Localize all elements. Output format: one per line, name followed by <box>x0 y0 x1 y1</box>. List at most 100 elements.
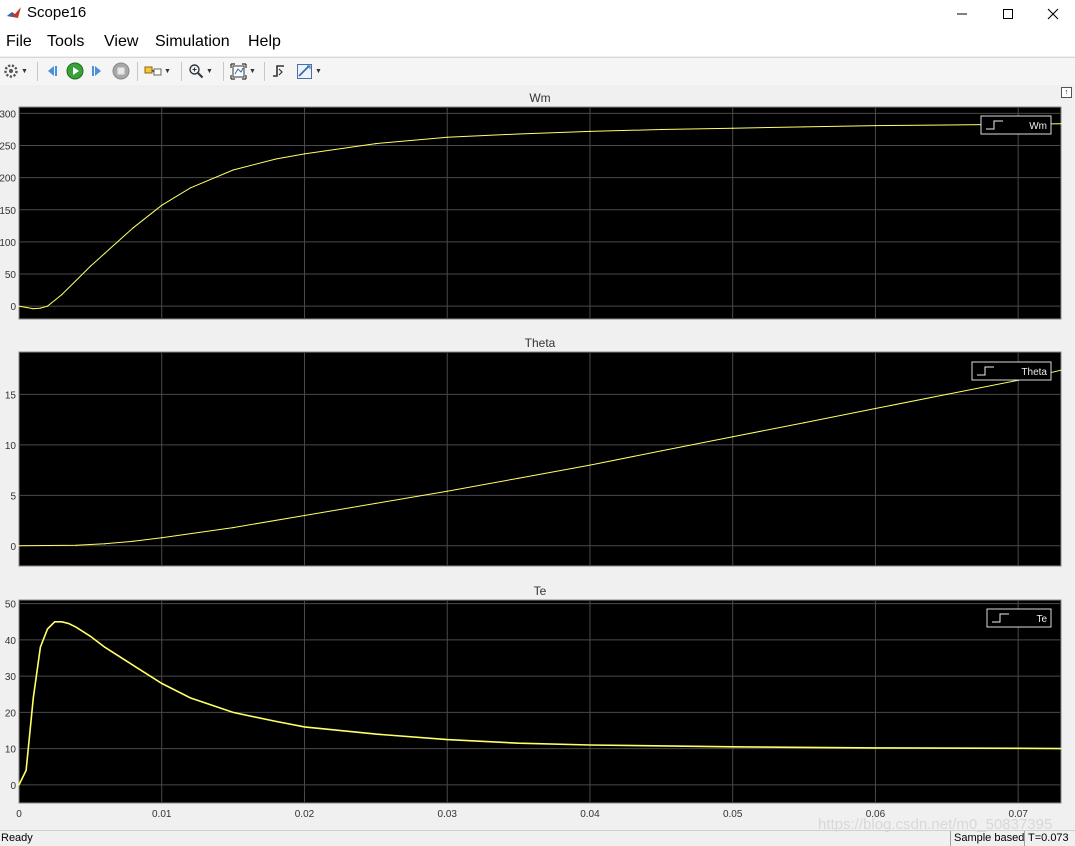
y-tick-label: 150 <box>0 206 16 217</box>
y-tick-label: 15 <box>5 390 17 401</box>
data-point <box>39 307 42 309</box>
y-tick-label: 250 <box>0 142 16 153</box>
y-tick-label: 20 <box>5 708 17 719</box>
axes-title: Te <box>534 584 547 598</box>
data-point <box>375 143 377 145</box>
legend: Te <box>986 608 1052 628</box>
data-point <box>303 153 306 155</box>
watermark: https://blog.csdn.net/m0_50837395 <box>818 816 1053 833</box>
y-tick-label: 200 <box>0 174 16 185</box>
data-point <box>104 646 106 648</box>
data-point <box>1060 369 1062 371</box>
data-point <box>517 133 520 135</box>
data-point <box>589 130 591 133</box>
data-point <box>232 527 234 529</box>
x-tick-label: 0.05 <box>723 809 743 820</box>
legend: Theta <box>971 361 1052 381</box>
y-tick-label: 0 <box>10 542 16 553</box>
data-point <box>161 537 163 539</box>
axes-title: Theta <box>525 336 556 350</box>
data-point <box>517 742 520 744</box>
data-point <box>589 464 591 466</box>
plot-area <box>18 106 1062 320</box>
data-point <box>18 784 20 786</box>
data-point <box>25 306 27 309</box>
data-point <box>946 124 948 126</box>
data-point <box>132 664 134 666</box>
data-point <box>303 514 306 517</box>
data-point <box>25 769 27 771</box>
legend-label: Wm <box>1029 121 1047 132</box>
axes-title: Wm <box>529 91 550 105</box>
data-point <box>89 635 91 637</box>
data-point <box>803 422 805 424</box>
data-point <box>104 252 106 255</box>
data-point <box>189 187 191 189</box>
data-point <box>161 682 163 684</box>
y-tick-label: 50 <box>5 600 17 611</box>
status-text: Ready <box>1 832 33 844</box>
data-point <box>18 545 20 547</box>
x-tick-label: 0.04 <box>580 809 600 820</box>
data-point <box>104 543 106 545</box>
data-point <box>75 279 77 282</box>
scope-plots: Wm050100150200250300WmTheta051015ThetaTe… <box>0 91 1062 820</box>
data-point <box>39 646 42 648</box>
y-tick-label: 10 <box>5 745 17 756</box>
data-point <box>1017 747 1019 749</box>
x-tick-label: 0 <box>16 809 22 820</box>
legend: Wm <box>980 115 1052 135</box>
data-point <box>61 293 63 296</box>
data-point <box>874 747 877 749</box>
data-point <box>1060 123 1062 125</box>
data-point <box>660 128 662 131</box>
y-tick-label: 0 <box>10 302 16 313</box>
simulation-time: T=0.073 <box>1024 831 1075 846</box>
data-point <box>89 265 91 267</box>
data-point <box>275 720 277 723</box>
data-point <box>375 733 377 735</box>
data-point <box>946 393 948 395</box>
data-point <box>132 227 134 229</box>
data-point <box>32 697 34 699</box>
data-point <box>132 540 134 542</box>
data-point <box>32 308 34 310</box>
x-tick-label: 0.01 <box>152 809 172 820</box>
y-tick-label: 300 <box>0 109 16 120</box>
axes-te: Te010203040500 0.01 0.02 0.03 0.04 0.05 0.06 0.… <box>5 584 1062 820</box>
data-point <box>189 697 191 699</box>
data-point <box>275 158 277 160</box>
y-tick-label: 40 <box>5 636 17 647</box>
data-point <box>517 477 520 479</box>
data-point <box>232 169 234 171</box>
y-tick-label: 30 <box>5 672 17 683</box>
legend-label: Theta <box>1021 367 1047 378</box>
data-point <box>803 126 805 128</box>
data-point <box>46 628 49 630</box>
data-point <box>660 450 662 452</box>
data-point <box>874 407 877 410</box>
y-tick-label: 50 <box>5 270 17 281</box>
data-point <box>61 621 63 623</box>
axes-wm: Wm 0 50 100 150 200 250 300 Wm <box>0 91 1062 320</box>
x-tick-label: 0.02 <box>295 809 315 820</box>
data-point <box>303 726 306 728</box>
data-point <box>732 127 734 129</box>
x-tick-label: 0.03 <box>437 809 457 820</box>
data-point <box>732 436 734 438</box>
axes-theta: Theta 0 5 10 15 Theta <box>5 336 1062 567</box>
data-point <box>732 746 734 748</box>
data-point <box>46 305 49 307</box>
y-tick-label: 10 <box>5 441 17 452</box>
sample-mode: Sample based <box>950 831 1024 846</box>
y-tick-label: 100 <box>0 238 16 249</box>
data-point <box>54 621 56 623</box>
y-tick-label: 0 <box>10 781 16 792</box>
data-point <box>68 622 70 625</box>
y-tick-label: 5 <box>10 491 16 502</box>
plot-area <box>18 351 1062 567</box>
legend-label: Te <box>1036 614 1047 625</box>
data-point <box>874 125 877 127</box>
data-point <box>1060 748 1062 750</box>
data-point <box>75 544 77 546</box>
